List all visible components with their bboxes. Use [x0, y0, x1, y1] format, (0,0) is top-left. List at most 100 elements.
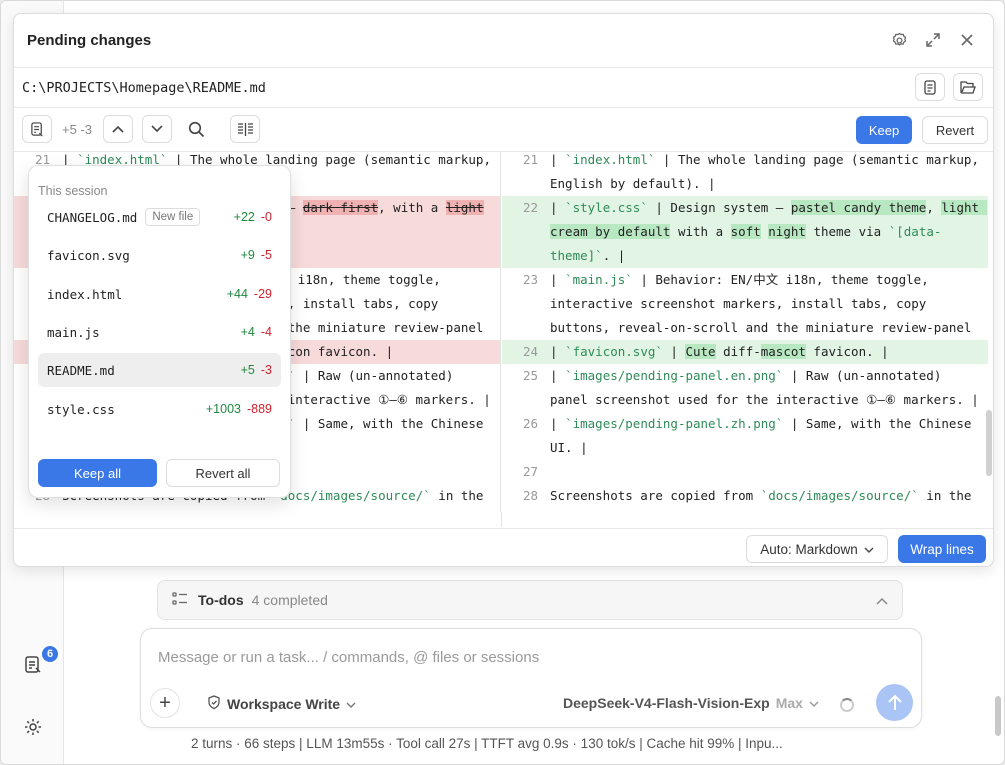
model-select[interactable]: DeepSeek-V4-Flash-Vision-Exp Max: [563, 695, 819, 711]
chevron-up-icon[interactable]: [876, 592, 888, 608]
line-text: | `style.css` | Design system — pastel c…: [550, 200, 987, 263]
keep-all-button[interactable]: Keep all: [38, 459, 157, 487]
todos-title: To-dos: [198, 592, 244, 608]
file-name: README.md: [47, 362, 115, 378]
right-diff-line: 27: [502, 460, 988, 484]
line-text: | `images/pending-panel.zh.png` | Same, …: [550, 416, 979, 455]
line-text: | `index.html` | The whole landing page …: [550, 152, 987, 191]
line-text: | `favicon.svg` | Cute diff-mascot favic…: [550, 344, 889, 359]
message-input[interactable]: Message or run a task... / commands, @ f…: [158, 649, 539, 666]
prev-change-chevron-up-icon[interactable]: [103, 115, 133, 143]
added-count: +9: [240, 248, 255, 262]
next-change-chevron-down-icon[interactable]: [142, 115, 172, 143]
panel-header: Pending changes: [14, 14, 993, 68]
removed-count: -3: [260, 363, 272, 377]
split-view-icon[interactable]: [230, 115, 260, 143]
added-count: +4: [240, 325, 255, 339]
session-file-item[interactable]: main.js +4 -4: [38, 315, 281, 349]
line-number: 23: [522, 272, 538, 287]
line-number: 27: [522, 464, 538, 479]
chevron-down-icon: [864, 542, 874, 557]
panel-footer: Auto: Markdown Wrap lines: [14, 528, 993, 566]
left-horizontal-scrollbar[interactable]: [14, 512, 502, 527]
session-files-popover: This session CHANGELOG.md New file +22 -0 fa…: [28, 165, 291, 498]
file-name: favicon.svg: [47, 247, 130, 263]
workspace-mode-label: Workspace Write: [227, 696, 341, 712]
session-file-item[interactable]: index.html +44 -29: [38, 277, 281, 311]
loading-spinner-icon: [840, 698, 854, 712]
removed-count: -0: [260, 210, 272, 224]
file-change-stats: +1003 -889: [206, 402, 272, 416]
file-name: index.html: [47, 286, 123, 302]
line-text: | `images/pending-panel.en.png` | Raw (u…: [550, 368, 979, 407]
removed-count: -889: [246, 402, 272, 416]
file-path-bar: C:\PROJECTS\Homepage\README.md: [14, 68, 993, 108]
right-diff-line: 28 Screenshots are copied from `docs/imag…: [502, 484, 988, 508]
expand-icon[interactable]: [921, 28, 945, 52]
search-icon[interactable]: [181, 115, 211, 143]
line-text: Screenshots are copied from `docs/images…: [550, 488, 972, 503]
right-diff-line: 24 | `favicon.svg` | Cute diff-mascot fav…: [502, 340, 988, 364]
pending-count-badge: 6: [40, 644, 60, 664]
session-file-item[interactable]: CHANGELOG.md New file +22 -0: [38, 200, 281, 234]
line-number: 21: [522, 152, 538, 167]
line-number: 26: [522, 416, 538, 431]
diff-toolbar: +5 -3 Keep Revert: [14, 108, 993, 152]
right-diff-line: 23 | `main.js` | Behavior: EN/中文 i18n, th…: [502, 268, 988, 359]
model-name: DeepSeek-V4-Flash-Vision-Exp: [563, 695, 770, 711]
settings-icon[interactable]: [887, 28, 911, 52]
file-change-stats: +4 -4: [241, 325, 272, 339]
session-label: This session: [38, 184, 108, 198]
settings-gear-icon[interactable]: [15, 709, 51, 745]
removed-count: -4: [260, 325, 272, 339]
page-scrollbar[interactable]: [995, 696, 1001, 736]
pending-changes-panel: Pending changes C:\PROJECTS\Homepage\REA…: [13, 13, 994, 567]
keep-button[interactable]: Keep: [856, 116, 912, 144]
new-file-badge: New file: [145, 208, 201, 226]
workspace-mode-select[interactable]: Workspace Write: [207, 695, 356, 713]
file-name: style.css: [47, 401, 115, 417]
add-attachment-button[interactable]: +: [150, 688, 180, 718]
added-count: +5: [240, 363, 255, 377]
session-file-item[interactable]: favicon.svg +9 -5: [38, 238, 281, 272]
session-file-item[interactable]: README.md +5 -3: [38, 353, 281, 387]
session-file-item[interactable]: style.css +1003 -889: [38, 392, 281, 426]
diff-scrollbar[interactable]: [986, 410, 992, 476]
file-path: C:\PROJECTS\Homepage\README.md: [22, 79, 266, 96]
composer: Message or run a task... / commands, @ f…: [140, 628, 922, 728]
line-number: 25: [522, 368, 538, 383]
line-number: 28: [522, 488, 538, 503]
file-name: main.js: [47, 324, 100, 340]
effort-level: Max: [775, 695, 803, 711]
removed-count: -5: [260, 248, 272, 262]
list-icon: [172, 591, 188, 609]
line-number: 24: [522, 344, 538, 359]
file-change-stats: +44 -29: [227, 287, 272, 301]
status-bar: 2 turns · 66 steps | LLM 13m55s · Tool c…: [191, 736, 783, 751]
file-name: CHANGELOG.md: [47, 209, 138, 225]
file-change-stats: +5 -3: [241, 363, 272, 377]
language-mode-select[interactable]: Auto: Markdown: [746, 535, 888, 563]
shield-icon: [207, 695, 221, 713]
send-button[interactable]: [876, 684, 913, 721]
file-list-toggle-icon[interactable]: [22, 115, 52, 143]
app-window: 6 To-dos 4 completed Message or run a ta…: [0, 0, 1005, 765]
chevron-down-icon: [809, 695, 819, 711]
revert-all-button[interactable]: Revert all: [166, 459, 280, 487]
right-diff-line: 26 | `images/pending-panel.zh.png` | Same…: [502, 412, 988, 460]
open-file-icon[interactable]: [915, 73, 945, 101]
language-mode-label: Auto: Markdown: [760, 541, 858, 557]
change-delta: +5 -3: [62, 122, 92, 137]
panel-title: Pending changes: [27, 32, 152, 49]
file-change-stats: +22 -0: [234, 210, 272, 224]
wrap-lines-button[interactable]: Wrap lines: [898, 535, 986, 563]
close-icon[interactable]: [955, 28, 979, 52]
open-folder-icon[interactable]: [953, 73, 983, 101]
revert-button[interactable]: Revert: [922, 116, 988, 144]
todos-bar[interactable]: To-dos 4 completed: [157, 580, 903, 620]
removed-count: -29: [253, 287, 272, 301]
chevron-down-icon: [346, 696, 356, 712]
right-diff-line: 21 | `index.html` | The whole landing pag…: [502, 152, 988, 196]
diff-right-pane: 21 | `index.html` | The whole landing pag…: [502, 152, 988, 512]
right-diff-line: 22 | `style.css` | Design system — pastel…: [502, 196, 988, 268]
